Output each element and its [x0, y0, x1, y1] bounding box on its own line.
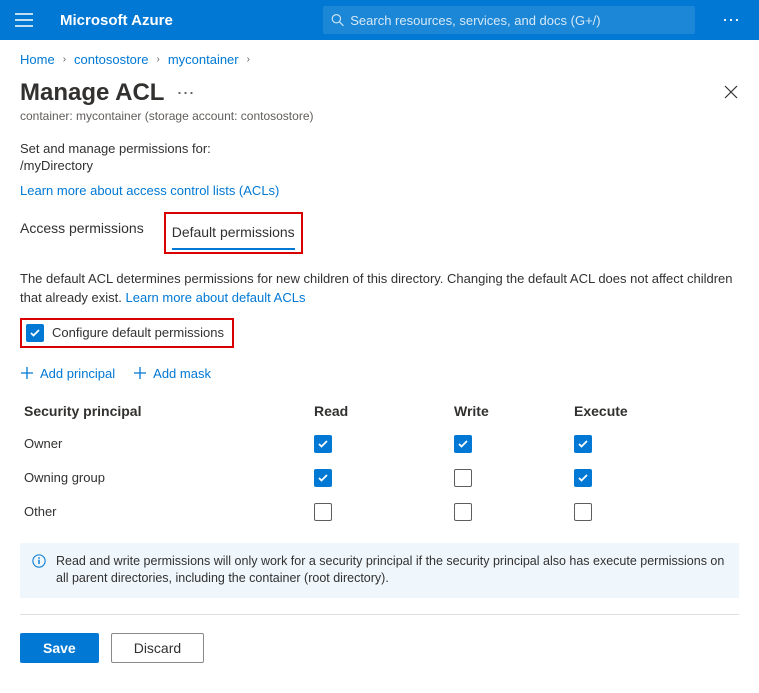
info-text: Read and write permissions will only wor…	[56, 553, 727, 588]
breadcrumb-container[interactable]: mycontainer	[168, 52, 239, 67]
configure-default-checkbox[interactable]	[26, 324, 44, 342]
path-text: /myDirectory	[20, 158, 739, 173]
read-checkbox[interactable]	[314, 503, 332, 521]
configure-default-label: Configure default permissions	[52, 325, 224, 340]
info-banner: Read and write permissions will only wor…	[20, 543, 739, 598]
menu-icon[interactable]	[8, 4, 40, 36]
execute-checkbox[interactable]	[574, 435, 592, 453]
configure-default-permissions-row: Configure default permissions	[20, 318, 234, 348]
default-acl-description: The default ACL determines permissions f…	[20, 270, 739, 308]
page-subtitle: container: mycontainer (storage account:…	[20, 109, 739, 123]
top-bar: Microsoft Azure ⋯	[0, 0, 759, 40]
col-write: Write	[450, 403, 570, 419]
table-row: Other	[20, 495, 739, 529]
chevron-right-icon: ›	[63, 54, 66, 65]
table-row: Owner	[20, 427, 739, 461]
plus-icon	[20, 366, 34, 380]
table-header: Security principal Read Write Execute	[20, 395, 739, 427]
lead-text: Set and manage permissions for:	[20, 141, 739, 156]
write-checkbox[interactable]	[454, 503, 472, 521]
col-principal: Security principal	[20, 403, 310, 419]
breadcrumb-home[interactable]: Home	[20, 52, 55, 67]
col-read: Read	[310, 403, 450, 419]
add-principal-button[interactable]: Add principal	[20, 366, 115, 381]
save-button[interactable]: Save	[20, 633, 99, 663]
search-icon	[331, 13, 344, 27]
more-icon[interactable]: ⋯	[711, 10, 751, 31]
write-checkbox[interactable]	[454, 469, 472, 487]
learn-acls-link[interactable]: Learn more about access control lists (A…	[20, 183, 279, 198]
execute-checkbox[interactable]	[574, 503, 592, 521]
principal-name: Owner	[20, 436, 310, 451]
brand-label: Microsoft Azure	[48, 12, 185, 29]
write-checkbox[interactable]	[454, 435, 472, 453]
principal-name: Other	[20, 504, 310, 519]
chevron-right-icon: ›	[247, 54, 250, 65]
permissions-table: Security principal Read Write Execute Ow…	[20, 395, 739, 529]
principal-name: Owning group	[20, 470, 310, 485]
search-input[interactable]	[350, 13, 687, 28]
table-row: Owning group	[20, 461, 739, 495]
read-checkbox[interactable]	[314, 469, 332, 487]
tabs: Access permissions Default permissions	[20, 212, 739, 254]
plus-icon	[133, 366, 147, 380]
close-icon[interactable]	[723, 84, 739, 103]
search-box[interactable]	[323, 6, 695, 34]
discard-button[interactable]: Discard	[111, 633, 204, 663]
read-checkbox[interactable]	[314, 435, 332, 453]
col-execute: Execute	[570, 403, 690, 419]
tab-default-permissions[interactable]: Default permissions	[172, 216, 295, 250]
divider	[20, 614, 739, 615]
breadcrumb: Home › contosostore › mycontainer ›	[20, 52, 739, 67]
tab-access-permissions[interactable]: Access permissions	[20, 212, 144, 254]
chevron-right-icon: ›	[156, 54, 159, 65]
info-icon	[32, 554, 46, 574]
add-mask-button[interactable]: Add mask	[133, 366, 211, 381]
page-title: Manage ACL	[20, 79, 164, 107]
breadcrumb-account[interactable]: contosostore	[74, 52, 148, 67]
more-icon[interactable]: ⋯	[176, 83, 195, 104]
learn-default-acls-link[interactable]: Learn more about default ACLs	[126, 290, 306, 305]
execute-checkbox[interactable]	[574, 469, 592, 487]
